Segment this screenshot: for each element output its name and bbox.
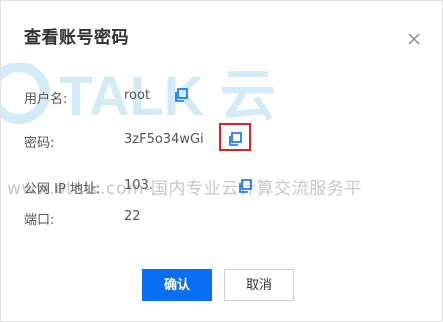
close-icon[interactable] xyxy=(404,29,424,49)
port-value: 22 xyxy=(124,209,141,224)
password-value: 3zF5o34wGi xyxy=(124,132,204,147)
port-row: 端口: 22 xyxy=(24,206,324,228)
dialog-title: 查看账号密码 xyxy=(24,28,129,48)
cancel-button[interactable]: 取消 xyxy=(224,269,294,301)
username-label: 用户名: xyxy=(24,92,68,107)
confirm-button[interactable]: 确认 xyxy=(142,269,212,301)
copy-username-icon[interactable] xyxy=(173,87,189,103)
password-row: 密码: 3zF5o34wGi xyxy=(24,123,324,151)
public-ip-row: 公网 IP 地址: 103. xyxy=(24,175,324,197)
account-password-dialog: TALK 云 查看账号密码 用户名: root 密码: 3zF5o34wGi w… xyxy=(0,0,443,322)
password-label: 密码: xyxy=(24,136,55,151)
username-value: root xyxy=(124,88,151,103)
public-ip-value: 103. xyxy=(124,178,153,193)
copy-password-icon[interactable] xyxy=(227,131,243,147)
username-row: 用户名: root xyxy=(24,85,324,107)
public-ip-label: 公网 IP 地址: xyxy=(24,182,101,197)
port-label: 端口: xyxy=(24,213,55,228)
copy-public-ip-icon[interactable] xyxy=(237,178,253,194)
